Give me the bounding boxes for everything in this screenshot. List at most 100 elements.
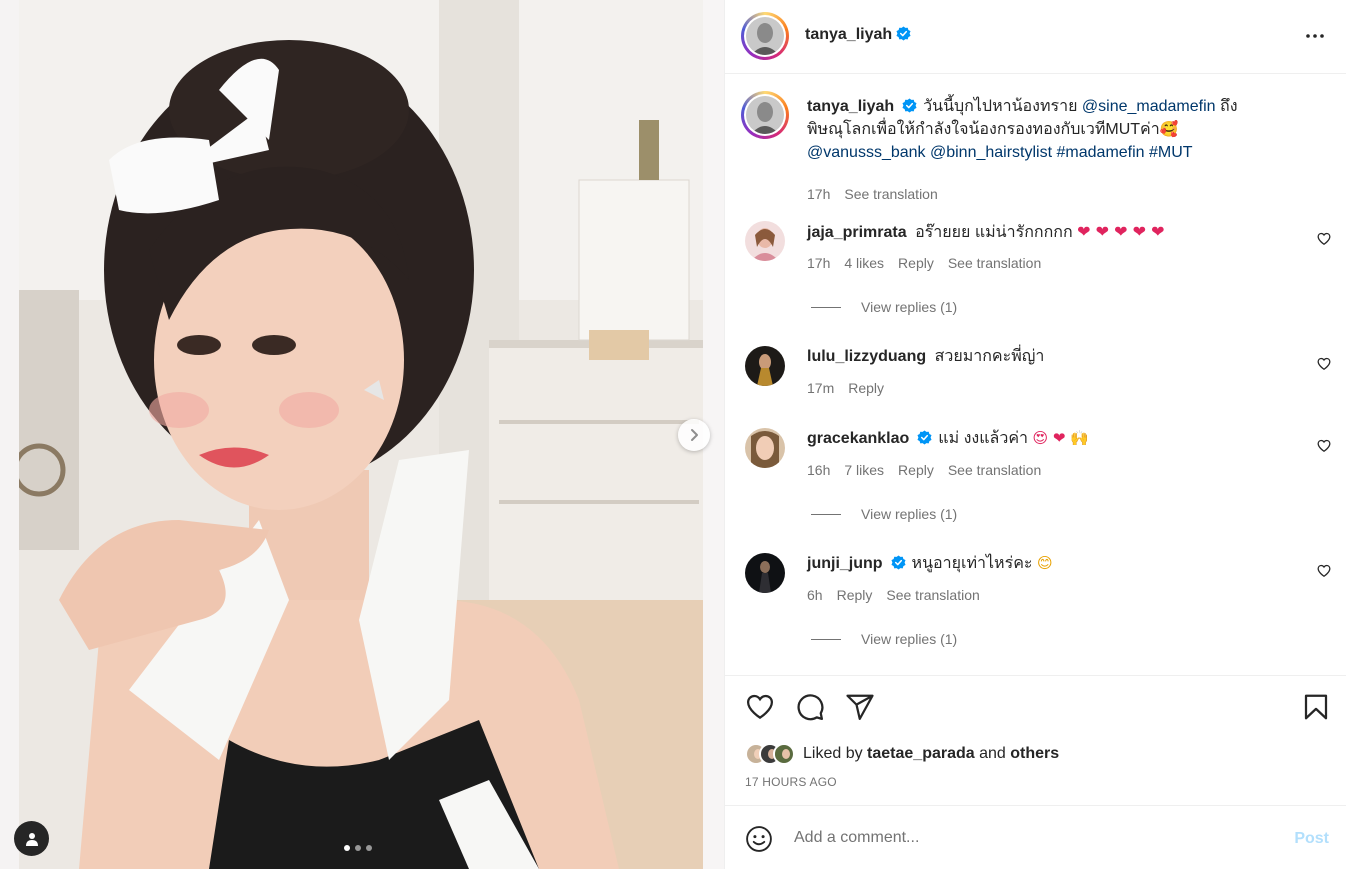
avatar-image xyxy=(745,346,785,386)
divider-line xyxy=(811,513,841,515)
comments-list[interactable]: tanya_liyah วันนี้บุกไปหาน้องทราย @sine_m… xyxy=(725,75,1346,675)
user-tags-button[interactable] xyxy=(14,821,49,856)
view-replies-label: View replies (1) xyxy=(861,299,958,315)
post-comment-button[interactable]: Post xyxy=(1294,830,1329,848)
comment-text: lulu_lizzyduang สวยมากคะพี่ญ่า xyxy=(807,345,1299,368)
reply-button[interactable]: Reply xyxy=(848,380,884,396)
comment-emojis: ❤ ❤ ❤ ❤ ❤ xyxy=(1077,222,1165,241)
post-photo[interactable] xyxy=(19,0,703,869)
divider-line xyxy=(811,638,841,640)
comment-time[interactable]: 6h xyxy=(807,587,823,603)
comment-input[interactable] xyxy=(794,826,1234,850)
liked-by-and: and xyxy=(979,745,1006,762)
caption-avatar[interactable] xyxy=(741,91,789,139)
comment-item: junji_junp หนูอายุเท่าไหร่คะ 😊 6h Reply S… xyxy=(745,552,1335,652)
view-replies-label: View replies (1) xyxy=(861,631,958,647)
caption-meta: 17h See translation xyxy=(807,186,938,202)
liked-by-user[interactable]: taetae_parada xyxy=(867,745,975,763)
comment-text: jaja_primrata อร๊ายยย แม่น่ารักกกกก ❤ ❤ … xyxy=(807,220,1299,244)
view-replies-button[interactable]: View replies (1) xyxy=(811,506,957,522)
comment-composer: Post xyxy=(725,805,1346,869)
post-header: tanya_liyah xyxy=(725,0,1346,74)
comment-meta: 16h 7 likes Reply See translation xyxy=(807,462,1041,478)
reply-button[interactable]: Reply xyxy=(898,462,934,478)
likes-summary: Liked by taetae_parada and others xyxy=(745,743,1059,765)
caption-mention[interactable]: @vanusss_bank xyxy=(807,144,926,161)
photo-illustration xyxy=(19,0,703,869)
comment-icon[interactable] xyxy=(795,692,825,722)
reply-button[interactable]: Reply xyxy=(898,255,934,271)
comment-username[interactable]: gracekanklao xyxy=(807,430,909,447)
caption-username[interactable]: tanya_liyah xyxy=(807,98,894,115)
comment-time[interactable]: 17h xyxy=(807,255,830,271)
caption-hashtag[interactable]: #MUT xyxy=(1149,144,1193,161)
see-translation-link[interactable]: See translation xyxy=(948,255,1041,271)
comment-like-icon[interactable] xyxy=(1317,564,1331,578)
share-icon[interactable] xyxy=(845,692,875,722)
comment-like-icon[interactable] xyxy=(1317,232,1331,246)
user-tag-icon xyxy=(25,832,38,846)
comment-message: อร๊ายยย แม่น่ารักกกกก xyxy=(915,224,1073,241)
avatar-image xyxy=(745,553,785,593)
author-avatar[interactable] xyxy=(741,12,789,60)
comment-avatar[interactable] xyxy=(745,553,785,593)
comment-like-icon[interactable] xyxy=(1317,357,1331,371)
author-username[interactable]: tanya_liyah xyxy=(805,26,892,43)
comment-like-icon[interactable] xyxy=(1317,439,1331,453)
caption-text: tanya_liyah วันนี้บุกไปหาน้องทราย @sine_m… xyxy=(807,95,1275,164)
view-replies-button[interactable]: View replies (1) xyxy=(811,299,957,315)
comment-item: gracekanklao แม่ งงแล้วค่า 😍 ❤ 🙌 16h 7 li… xyxy=(745,427,1335,527)
more-options-icon[interactable] xyxy=(1305,26,1325,46)
caption-mention[interactable]: @binn_hairstylist xyxy=(930,144,1052,161)
verified-badge-icon xyxy=(891,555,906,570)
comment-meta: 17h 4 likes Reply See translation xyxy=(807,255,1041,271)
comment-message: หนูอายุเท่าไหร่คะ xyxy=(911,555,1033,572)
comment-meta: 17m Reply xyxy=(807,380,884,396)
comment-item: jaja_primrata อร๊ายยย แม่น่ารักกกกก ❤ ❤ … xyxy=(745,220,1335,320)
comment-avatar[interactable] xyxy=(745,346,785,386)
emoji-icon[interactable] xyxy=(745,825,773,853)
avatar-image xyxy=(745,221,785,261)
carousel-next-button[interactable] xyxy=(678,419,710,451)
carousel-dot xyxy=(355,845,361,851)
comment-avatar[interactable] xyxy=(745,221,785,261)
caption-time[interactable]: 17h xyxy=(807,186,830,202)
comment-likes[interactable]: 4 likes xyxy=(844,255,884,271)
avatar-image xyxy=(745,428,785,468)
chevron-right-icon xyxy=(691,429,698,441)
caption-hashtag[interactable]: #madamefin xyxy=(1057,144,1145,161)
see-translation-link[interactable]: See translation xyxy=(886,587,979,603)
liked-by-others[interactable]: others xyxy=(1010,745,1059,763)
reply-button[interactable]: Reply xyxy=(837,587,873,603)
see-translation-link[interactable]: See translation xyxy=(948,462,1041,478)
avatar-image xyxy=(746,96,784,134)
verified-badge-icon xyxy=(896,26,911,41)
post-media xyxy=(0,0,724,869)
post-actions: Liked by taetae_parada and others 17 HOU… xyxy=(725,675,1346,805)
post-timestamp[interactable]: 17 HOURS AGO xyxy=(745,775,837,789)
avatar xyxy=(773,743,795,765)
view-replies-button[interactable]: View replies (1) xyxy=(811,631,957,647)
liker-avatars[interactable] xyxy=(745,743,795,765)
avatar-image xyxy=(746,17,784,55)
comment-username[interactable]: junji_junp xyxy=(807,555,883,572)
comment-meta: 6h Reply See translation xyxy=(807,587,980,603)
comment-username[interactable]: jaja_primrata xyxy=(807,224,907,241)
comment-text: junji_junp หนูอายุเท่าไหร่คะ 😊 xyxy=(807,552,1299,575)
comment-username[interactable]: lulu_lizzyduang xyxy=(807,348,926,365)
caption-mention[interactable]: @sine_madamefin xyxy=(1082,98,1216,115)
divider-line xyxy=(811,306,841,308)
heart-icon[interactable] xyxy=(745,692,775,722)
verified-badge-icon xyxy=(917,430,932,445)
see-translation-link[interactable]: See translation xyxy=(844,186,937,202)
comment-text: gracekanklao แม่ งงแล้วค่า 😍 ❤ 🙌 xyxy=(807,427,1299,450)
post-caption: tanya_liyah วันนี้บุกไปหาน้องทราย @sine_m… xyxy=(741,89,1335,202)
comment-message: สวยมากคะพี่ญ่า xyxy=(934,348,1045,365)
comment-avatar[interactable] xyxy=(745,428,785,468)
comment-time[interactable]: 17m xyxy=(807,380,834,396)
view-replies-label: View replies (1) xyxy=(861,506,958,522)
bookmark-icon[interactable] xyxy=(1301,692,1331,722)
caption-emoji: 🥰 xyxy=(1159,120,1179,138)
comment-time[interactable]: 16h xyxy=(807,462,830,478)
comment-likes[interactable]: 7 likes xyxy=(844,462,884,478)
